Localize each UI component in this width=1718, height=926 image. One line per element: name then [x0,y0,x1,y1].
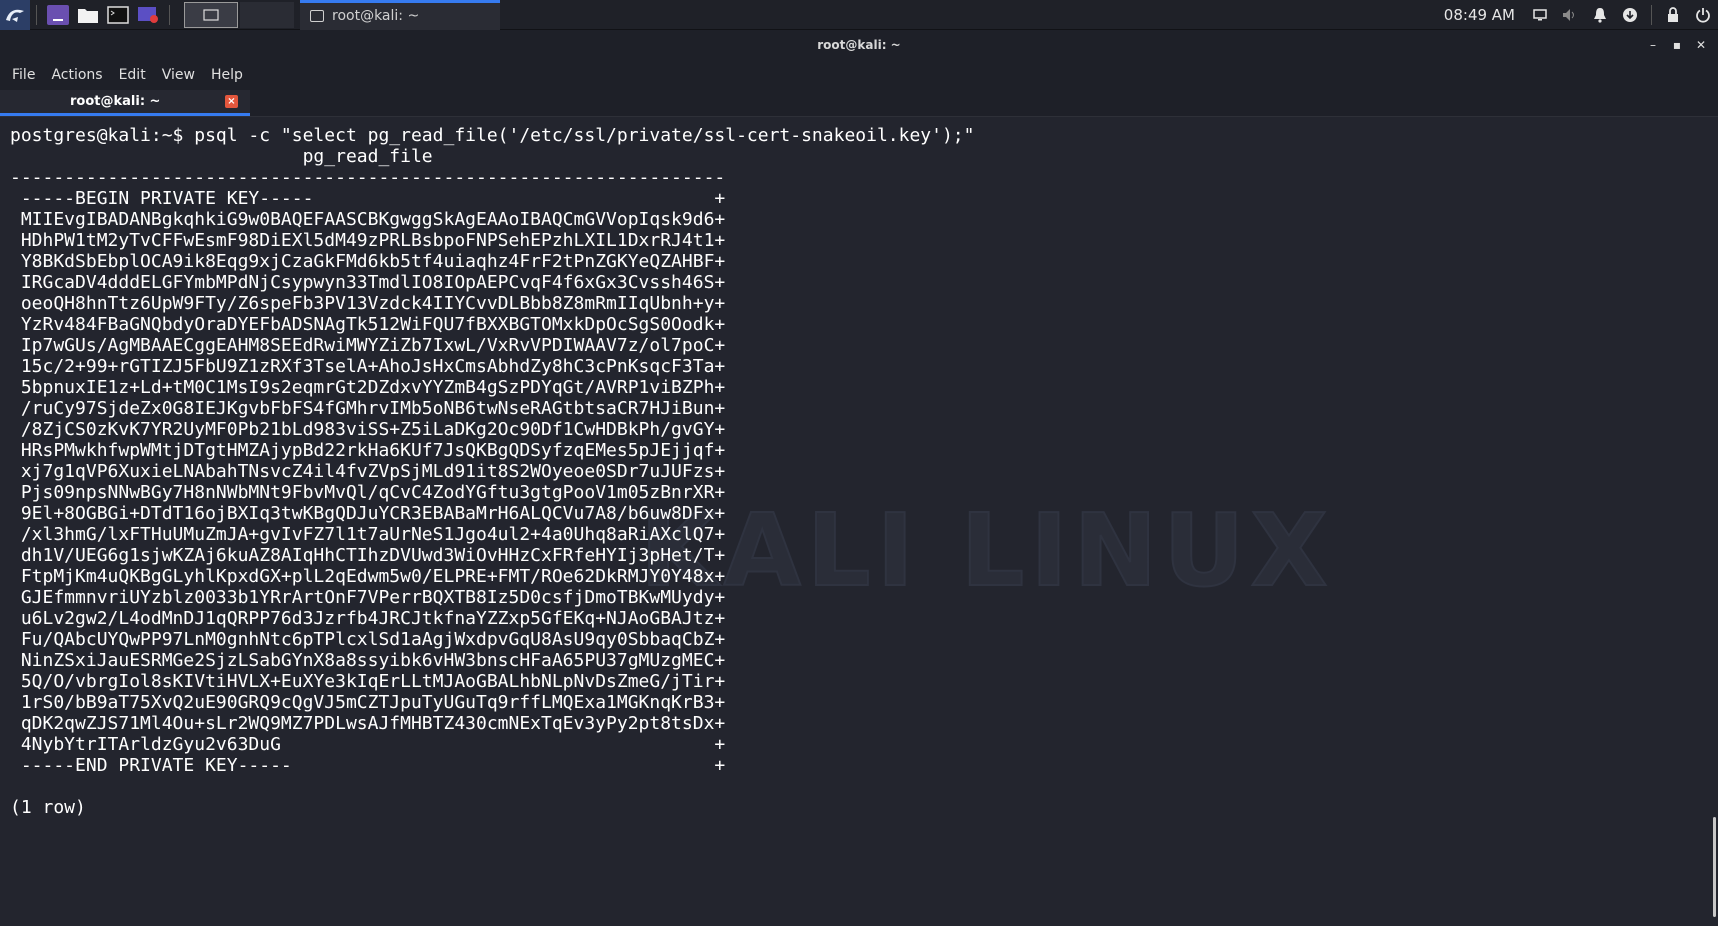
terminal-line: 1rS0/bB9aT75XvQ2uE90GRQ9cQgVJ5mCZTJpuTyU… [10,692,726,713]
volume-icon[interactable] [1562,7,1578,23]
purple-app-icon[interactable] [47,4,69,25]
menu-bar: File Actions Edit View Help [0,60,1718,90]
task-title: root@kali: ~ [332,8,420,24]
terminal-line: /xl3hmG/lxFTHuUMuZmJA+gvIvFZ7l1t7aUrNeS1… [10,524,726,545]
terminal-line: 5Q/O/vbrgIol8sKIVtiHVLX+EuXYe3kIqErLLtMJ… [10,671,726,692]
terminal-line: GJEfmmnvriUYzblz0033b1YRrArtOnF7VPerrBQX… [10,587,726,608]
terminal-line: oeoQH8hnTtz6UpW9FTy/Z6speFb3PV13Vzdck4II… [10,293,726,314]
terminal-line: 5bpnuxIE1z+Ld+tM0C1MsI9s2eqmrGt2DZdxvYYZ… [10,377,726,398]
terminal-line: Y8BKdSbEbplOCA9ik8Eqg9xjCzaGkFMd6kb5tf4u… [10,251,726,272]
terminal-line: NinZSxiJauESRMGe2SjzLSabGYnX8a8ssyibk6vH… [10,650,726,671]
tab-bar: root@kali: ~ × [0,90,1718,117]
menu-edit[interactable]: Edit [111,67,154,83]
power-icon[interactable] [1695,7,1711,23]
workspace-1[interactable] [184,1,238,28]
terminal-line: ----------------------------------------… [10,167,726,188]
bell-icon[interactable] [1592,7,1608,23]
tab-close-icon[interactable]: × [225,95,238,108]
display-icon[interactable] [1532,7,1548,23]
file-manager-icon[interactable] [77,5,99,25]
close-button[interactable]: ✕ [1694,38,1708,52]
terminal-line: -----END PRIVATE KEY----- + [10,755,726,776]
tab-label: root@kali: ~ [70,94,161,109]
terminal-line: Ip7wGUs/AgMBAAECggEAHM8SEEdRwiMWYZiZb7Ix… [10,335,726,356]
terminal-line: HDhPW1tM2yTvCFFwEsmF98DiEXl5dM49zPRLBsbp… [10,230,726,251]
terminal-line: 9El+8OGBGi+DTdT16ojBXIq3twKBgQDJuYCR3EBA… [10,503,726,524]
window-controls: – ▪ ✕ [1636,30,1708,60]
terminal-line: Fu/QAbcUYQwPP97LnM0gnhNtc6pTPlcxlSd1aAgj… [10,629,726,650]
terminal-line: pg_read_file [10,146,433,167]
top-panel: root@kali: ~ 08:49 AM [0,0,1718,30]
menu-view[interactable]: View [154,67,203,83]
terminal-line: dh1V/UEG6g1sjwKZAj6kuAZ8AIqHhCTIhzDVUwd3… [10,545,726,566]
terminal-line: FtpMjKm4uQKBgGLyhlKpxdGX+plL2qEdwm5w0/EL… [10,566,726,587]
menu-actions[interactable]: Actions [43,67,110,83]
screen-recorder-icon[interactable] [137,5,159,25]
menu-file[interactable]: File [4,67,43,83]
download-icon[interactable] [1622,7,1638,23]
lock-icon[interactable] [1665,6,1681,23]
panel-separator [1651,4,1652,25]
terminal-line: YzRv484FBaGNQbdyOraDYEFbADSNAgTk512WiFQU… [10,314,726,335]
terminal-line: xj7g1qVP6XuxieLNAbahTNsvcZ4il4fvZVpSjMLd… [10,461,726,482]
terminal-line: 4NybYtrITArldzGyu2v63DuG + [10,734,726,755]
terminal-icon[interactable] [107,5,129,25]
terminal-text: postgres@kali:~$ psql -c "select pg_read… [10,125,975,818]
window-icon [310,10,324,22]
terminal-line: HRsPMwkhfwpWMtjDTgtHMZAjypBd22rkHa6KUf7J… [10,440,726,461]
terminal-line: Pjs09npsNNwBGy7H8nNWbMNt9FbvMvQl/qCvC4Zo… [10,482,726,503]
window-titlebar[interactable]: root@kali: ~ – ▪ ✕ [0,30,1718,60]
terminal-line: 15c/2+99+rGTIZJ5FbU9Z1zRXf3TselA+AhoJsHx… [10,356,726,377]
terminal-line: postgres@kali:~$ psql -c "select pg_read… [10,125,975,146]
scrollbar-thumb[interactable] [1713,817,1716,917]
tab-terminal[interactable]: root@kali: ~ × [0,90,250,116]
terminal-line: qDK2qwZJS71Ml4Ou+sLr2WQ9MZ7PDLwsAJfMHBTZ… [10,713,726,734]
task-button-terminal[interactable]: root@kali: ~ [300,0,500,30]
minimize-button[interactable]: – [1646,38,1660,52]
system-tray: 08:49 AM [1444,4,1718,25]
clock[interactable]: 08:49 AM [1444,6,1515,24]
terminal-line: -----BEGIN PRIVATE KEY----- + [10,188,726,209]
terminal-line: MIIEvgIBADANBgkqhkiG9w0BAQEFAASCBKgwggSk… [10,209,726,230]
terminal-line: /8ZjCS0zKvK7YR2UyMF0Pb21bLd983viSS+Z5iLa… [10,419,726,440]
kali-dragon-icon[interactable] [0,0,30,30]
terminal-output[interactable]: KALI LINUX postgres@kali:~$ psql -c "sel… [0,117,1718,926]
terminal-line: IRGcaDV4dddELGFYmbMPdNjCsypwyn33TmdlIO8I… [10,272,726,293]
window-title: root@kali: ~ [817,38,901,52]
terminal-line: /ruCy97SjdeZx0G8IEJKgvbFbFS4fGMhrvIMb5oN… [10,398,726,419]
panel-separator [169,4,170,25]
terminal-window: root@kali: ~ – ▪ ✕ File Actions Edit Vie… [0,30,1718,926]
workspace-2[interactable] [240,1,294,28]
menu-help[interactable]: Help [203,67,251,83]
maximize-button[interactable]: ▪ [1670,38,1684,52]
terminal-line: u6Lv2gw2/L4odMnDJ1qQRPP76d3Jzrfb4JRCJtkf… [10,608,726,629]
terminal-line: (1 row) [10,797,86,818]
panel-separator [36,4,37,25]
